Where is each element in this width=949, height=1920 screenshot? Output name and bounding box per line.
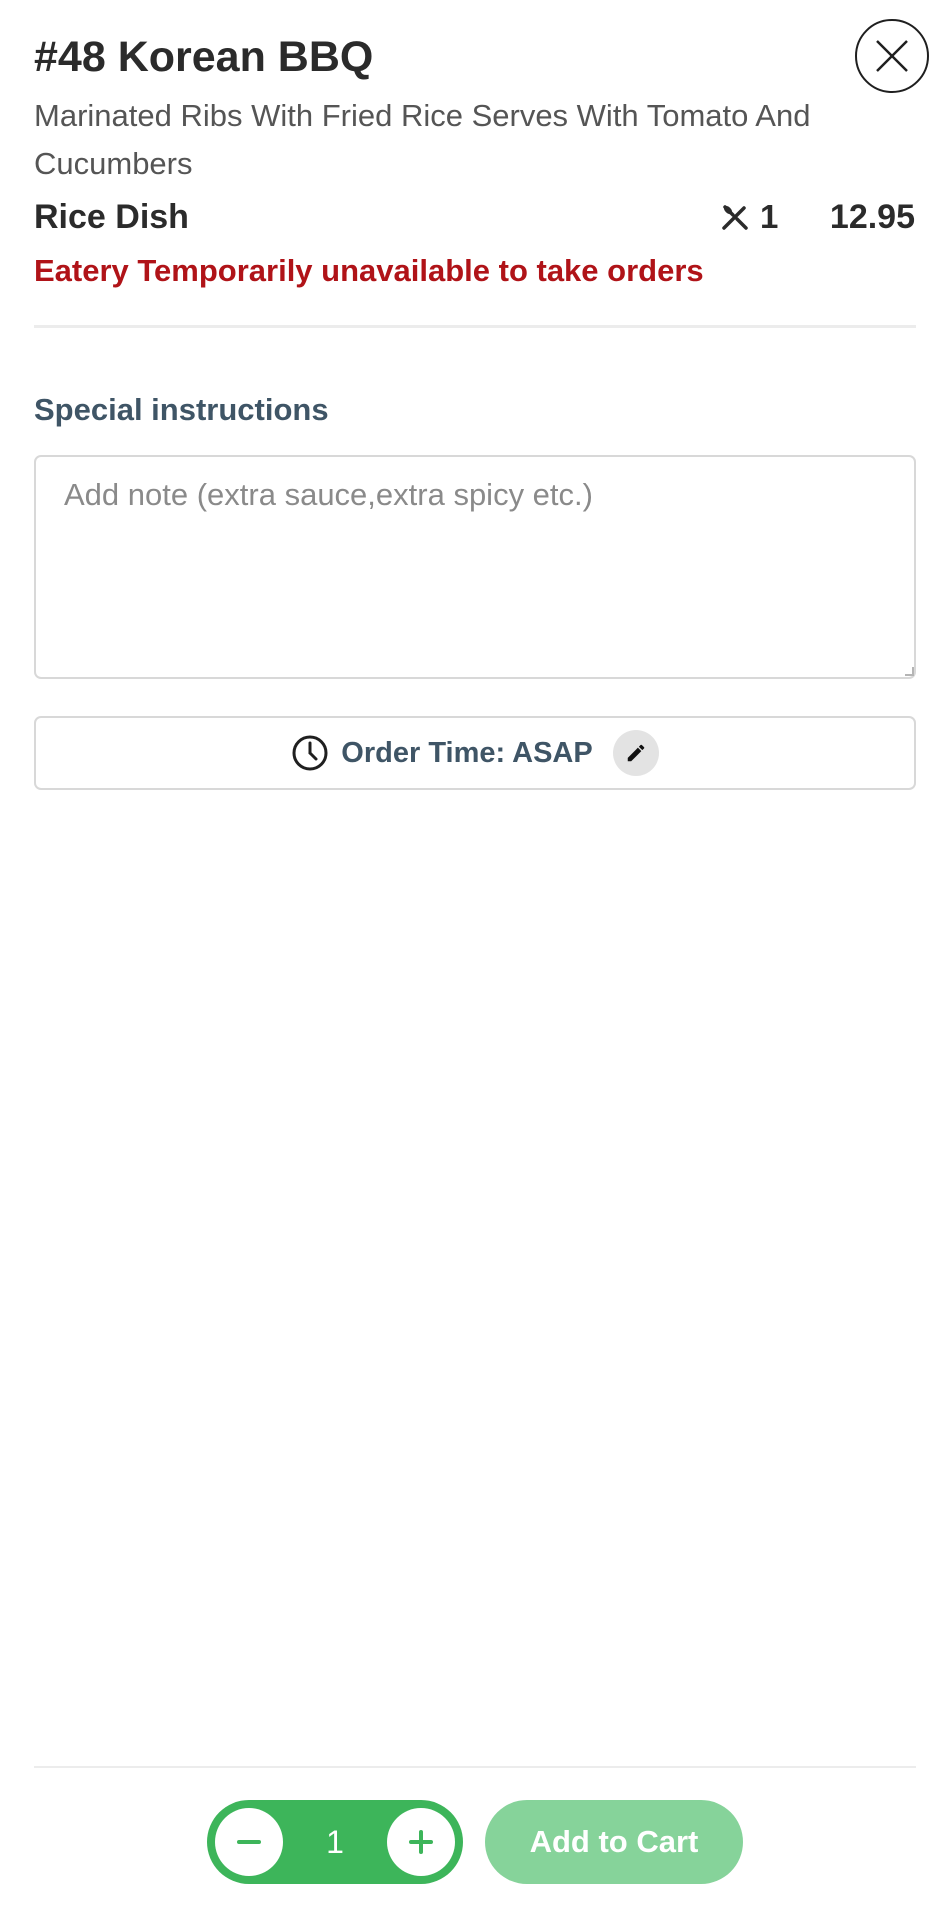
- serves-info: 1: [720, 196, 778, 238]
- item-description: Marinated Ribs With Fried Rice Serves Wi…: [34, 98, 811, 181]
- edit-order-time-button[interactable]: [612, 730, 659, 776]
- item-price: 12.95: [829, 198, 915, 236]
- increment-button[interactable]: [386, 1808, 455, 1876]
- quantity-stepper: 1: [207, 1800, 463, 1884]
- order-time-selector[interactable]: Order Time: ASAP: [34, 716, 916, 790]
- item-detail-modal: #48 Korean BBQ Marinated Ribs With Fried…: [0, 0, 949, 1920]
- special-instructions-input[interactable]: [34, 455, 916, 679]
- plus-icon: [408, 1830, 433, 1854]
- footer-divider: [34, 1766, 916, 1768]
- clock-icon: [292, 735, 328, 771]
- serves-count: 1: [760, 198, 779, 235]
- decrement-button[interactable]: [215, 1808, 283, 1876]
- order-time-label: Order Time: ASAP: [341, 736, 593, 769]
- quantity-value: 1: [326, 1823, 344, 1860]
- close-icon: [876, 40, 908, 72]
- pencil-icon: [627, 744, 644, 762]
- divider: [34, 325, 916, 328]
- special-instructions-label: Special instructions: [34, 392, 329, 427]
- add-to-cart-button[interactable]: Add to Cart: [485, 1800, 743, 1884]
- item-title: #48 Korean BBQ: [34, 33, 374, 81]
- minus-icon: [237, 1840, 261, 1844]
- fork-spoon-icon: [722, 205, 748, 230]
- item-category: Rice Dish: [34, 198, 189, 236]
- close-button[interactable]: [855, 19, 929, 93]
- availability-warning: Eatery Temporarily unavailable to take o…: [34, 253, 704, 288]
- resize-handle-icon[interactable]: [905, 667, 914, 676]
